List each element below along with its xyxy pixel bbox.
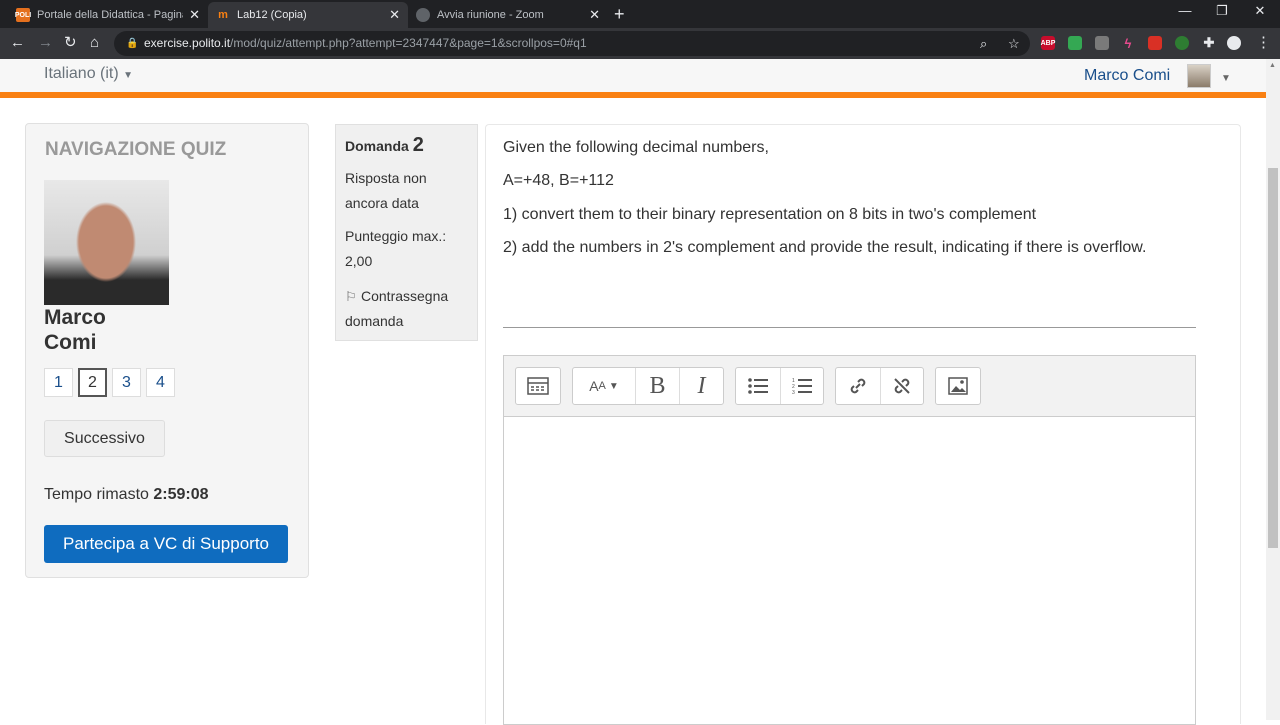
flag-question[interactable]: ⚐ Contrassegna domanda (345, 284, 473, 334)
italic-icon[interactable]: I (679, 368, 723, 404)
divider (503, 327, 1196, 328)
brand-stripe (0, 92, 1266, 98)
puzzle-icon[interactable]: ✚ (1202, 35, 1216, 50)
svg-text:3: 3 (792, 390, 795, 395)
language-menu[interactable]: Italiano (it) ▼ (44, 65, 133, 83)
timer-value: 2:59:08 (153, 486, 209, 503)
question-text-line: 1) convert them to their binary represen… (503, 206, 1037, 223)
address-bar[interactable]: 🔒 exercise.polito.it/mod/quiz/attempt.ph… (114, 31, 1030, 56)
polito-favicon-icon: POLI (15, 8, 31, 22)
question-number-value: 2 (412, 134, 424, 156)
editor-group-4 (835, 367, 924, 405)
user-photo (44, 180, 169, 305)
editor-group-3: 123 (735, 367, 824, 405)
editor-group-1 (515, 367, 561, 405)
scrollbar-thumb[interactable] (1268, 168, 1278, 548)
timer-label: Tempo rimasto (44, 486, 149, 503)
close-tab-icon[interactable]: ✕ (189, 7, 200, 23)
question-button-1[interactable]: 1 (44, 368, 73, 397)
maximize-icon[interactable]: ❐ (1207, 3, 1237, 19)
close-tab-icon[interactable]: ✕ (389, 7, 400, 23)
editor-group-2: AA ▼ B I (572, 367, 724, 405)
browser-toolbar: ← → ↻ ⌂ 🔒 exercise.polito.it/mod/quiz/at… (0, 28, 1280, 59)
url-path: /mod/quiz/attempt.php?attempt=2347447&pa… (230, 36, 587, 50)
tab-title: Portale della Didattica - Pagina d (37, 9, 184, 21)
bold-icon[interactable]: B (635, 368, 679, 404)
question-button-3[interactable]: 3 (112, 368, 141, 397)
editor-group-5 (935, 367, 981, 405)
next-button[interactable]: Successivo (44, 420, 165, 457)
pocket-icon[interactable] (1148, 36, 1162, 50)
menu-kebab-icon[interactable]: ⋮ (1256, 34, 1271, 52)
url-host: exercise.polito.it (144, 36, 231, 50)
question-text-line: A=+48, B=+112 (503, 172, 614, 189)
tab-title: Lab12 (Copia) (237, 9, 307, 21)
link-icon[interactable] (836, 368, 880, 404)
question-text-line: 2) add the numbers in 2's complement and… (503, 239, 1147, 256)
home-icon[interactable]: ⌂ (90, 34, 99, 52)
question-label: Domanda (345, 138, 409, 154)
browser-tab-lab12[interactable]: m Lab12 (Copia) ✕ (208, 2, 408, 28)
caret-down-icon: ▼ (123, 70, 134, 81)
scroll-up-icon[interactable]: ▲ (1269, 62, 1276, 69)
window-close-icon[interactable]: ✕ (1245, 3, 1275, 19)
extension-cloud-icon[interactable] (1175, 36, 1189, 50)
zoom-icon[interactable]: ⌕ (980, 31, 987, 56)
question-grade: Punteggio max.: 2,00 (345, 228, 447, 269)
browser-tab-portale[interactable]: POLI Portale della Didattica - Pagina d … (8, 2, 208, 28)
toolbar-toggle-icon[interactable] (516, 368, 560, 404)
extension-grey-icon[interactable] (1095, 36, 1109, 50)
language-label: Italiano (it) (44, 65, 119, 82)
question-buttons: 1 2 3 4 (44, 368, 180, 397)
moodle-favicon-icon: m (218, 9, 228, 21)
user-last-name: Comi (44, 331, 97, 354)
new-tab-icon[interactable]: + (614, 4, 625, 25)
moodle-header: Italiano (it) ▼ Marco Comi ▼ (0, 59, 1266, 92)
extension-pink-icon[interactable]: ϟ (1121, 36, 1135, 51)
back-icon[interactable]: ← (10, 34, 25, 52)
globe-favicon-icon (416, 8, 430, 22)
avatar[interactable] (1187, 64, 1211, 88)
unlink-icon[interactable] (879, 368, 924, 404)
reload-icon[interactable]: ↻ (64, 34, 77, 52)
numbered-list-icon[interactable]: 123 (779, 368, 824, 404)
flag-label: Contrassegna domanda (345, 288, 449, 329)
join-vc-button[interactable]: Partecipa a VC di Supporto (44, 525, 288, 563)
bookmark-star-icon[interactable]: ☆ (1008, 31, 1020, 56)
lock-icon: 🔒 (126, 38, 139, 49)
close-tab-icon[interactable]: ✕ (589, 7, 600, 23)
minimize-icon[interactable]: — (1170, 3, 1200, 18)
time-left: Tempo rimasto 2:59:08 (44, 486, 209, 504)
tab-title: Avvia riunione - Zoom (437, 9, 544, 21)
user-first-name: Marco (44, 306, 106, 329)
block-title: NAVIGAZIONE QUIZ (45, 139, 227, 160)
image-icon[interactable] (936, 368, 980, 404)
bullet-list-icon[interactable] (736, 368, 780, 404)
user-menu[interactable]: Marco Comi (1084, 67, 1170, 85)
question-button-2[interactable]: 2 (78, 368, 107, 397)
adblock-plus-icon[interactable]: ABP (1041, 36, 1055, 50)
question-text-line: Given the following decimal numbers, (503, 139, 769, 156)
forward-icon[interactable]: → (38, 34, 53, 52)
font-size-icon[interactable]: AA ▼ (573, 368, 635, 404)
caret-down-icon[interactable]: ▼ (1221, 73, 1231, 84)
user-fullname: Marco Comi (44, 305, 106, 355)
question-number: Domanda 2 (345, 134, 424, 157)
browser-tab-zoom[interactable]: Avvia riunione - Zoom ✕ (408, 2, 608, 28)
profile-icon[interactable] (1227, 36, 1241, 50)
extension-green-icon[interactable] (1068, 36, 1082, 50)
question-button-4[interactable]: 4 (146, 368, 175, 397)
flag-icon: ⚐ (345, 289, 357, 304)
question-state: Risposta non ancora data (345, 170, 427, 211)
